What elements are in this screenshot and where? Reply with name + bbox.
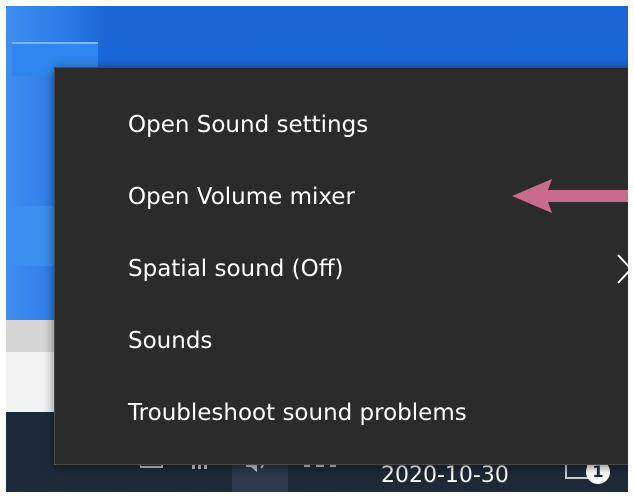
menu-item-label: Open Sound settings	[128, 112, 369, 138]
menu-item-troubleshoot-sound-problems[interactable]: Troubleshoot sound problems	[55, 384, 634, 442]
menu-item-sounds[interactable]: Sounds	[55, 312, 634, 370]
chevron-right-icon	[617, 254, 633, 284]
sound-context-menu: Open Sound settings Open Volume mixer Sp…	[54, 67, 634, 465]
menu-item-label: Sounds	[128, 328, 213, 354]
screen: 2020-10-30 1 Open Sound settings Open Vo…	[0, 0, 634, 498]
menu-item-label: Spatial sound (Off)	[128, 256, 344, 282]
arrow-left-icon	[512, 179, 634, 213]
menu-item-spatial-sound[interactable]: Spatial sound (Off)	[55, 240, 634, 298]
menu-item-label: Troubleshoot sound problems	[128, 400, 467, 426]
menu-item-open-sound-settings[interactable]: Open Sound settings	[55, 96, 634, 154]
taskbar-date[interactable]: 2020-10-30	[381, 463, 509, 488]
menu-item-label: Open Volume mixer	[128, 184, 355, 210]
